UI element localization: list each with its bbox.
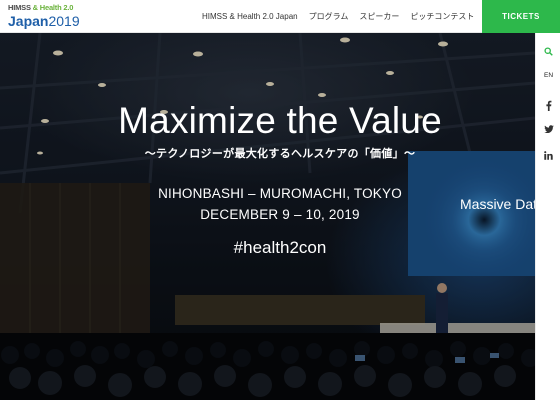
logo-amp-text: & — [32, 3, 38, 12]
site-header: HIMSS & Health 2.0 Japan2019 HIMSS & Hea… — [0, 0, 560, 33]
language-label: EN — [543, 72, 554, 79]
logo-tagline: HIMSS & Health 2.0 — [8, 3, 73, 12]
tickets-button[interactable]: TICKETS — [482, 0, 560, 33]
logo-health-text: Health 2.0 — [39, 3, 74, 12]
right-sidebar: EN — [535, 33, 560, 400]
event-hashtag[interactable]: #health2con — [0, 238, 560, 258]
linkedin-icon[interactable] — [536, 151, 560, 160]
search-icon[interactable] — [536, 47, 560, 56]
nav-item-speakers[interactable]: スピーカー — [359, 11, 399, 22]
hero-title: Maximize the Value — [118, 100, 442, 141]
event-venue: NIHONBASHI – MUROMACHI, TOKYO — [158, 186, 402, 201]
twitter-icon[interactable] — [536, 125, 560, 134]
nav-item-program[interactable]: プログラム — [309, 11, 349, 22]
main-nav: HIMSS & Health 2.0 Japan プログラム スピーカー ピッチ… — [202, 0, 485, 33]
logo-japan-text: Japan — [8, 13, 49, 29]
event-date: DECEMBER 9 – 10, 2019 — [200, 207, 360, 222]
logo-year-text: 2019 — [48, 13, 80, 29]
nav-item-pitch-contest[interactable]: ピッチコンテスト — [410, 11, 474, 22]
logo-himss-text: HIMSS — [8, 3, 31, 12]
hero-subtitle: 〜テクノロジーが最大化するヘルスケアの「価値」〜 — [144, 148, 416, 160]
language-switch[interactable]: EN — [536, 72, 560, 79]
nav-item-home[interactable]: HIMSS & Health 2.0 Japan — [202, 12, 298, 21]
logo-wordmark: Japan2019 — [8, 13, 80, 29]
facebook-icon[interactable] — [536, 100, 560, 111]
site-logo[interactable]: HIMSS & Health 2.0 Japan2019 — [8, 3, 88, 31]
